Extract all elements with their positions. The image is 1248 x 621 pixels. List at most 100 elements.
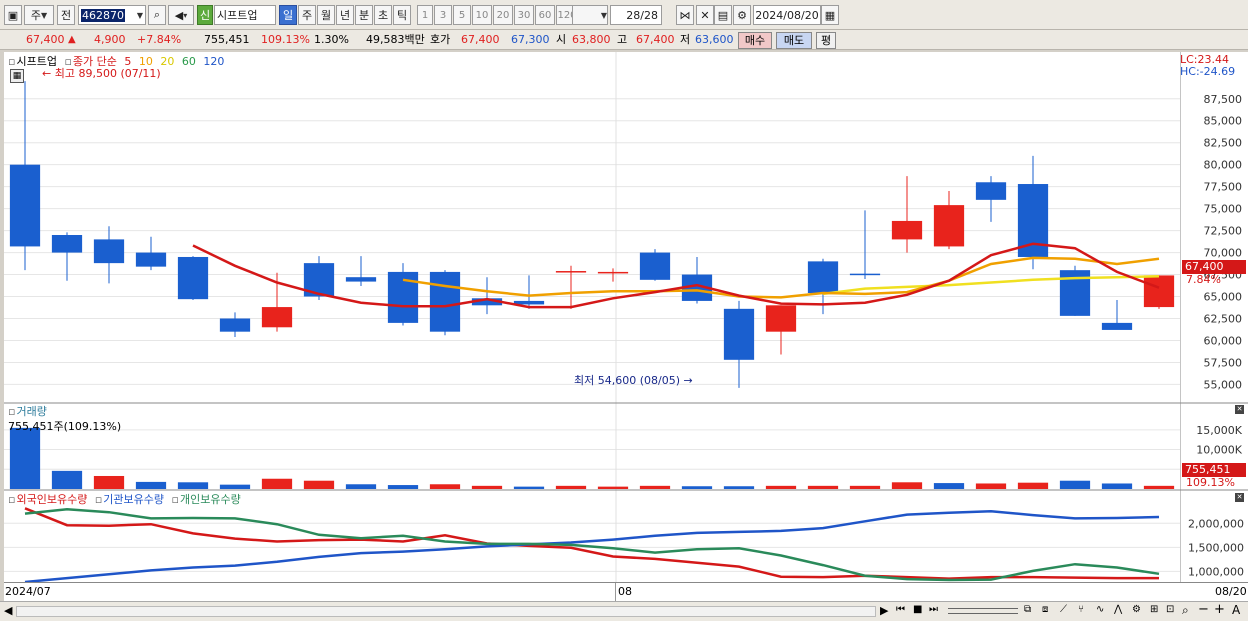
rewind-icon[interactable]: ⏮ [896,604,905,615]
low-label: 저 [680,33,691,46]
stock-code-input[interactable]: 462870 ▼ [78,5,146,25]
price-axis[interactable]: 55,000 57,500 60,000 62,500 65,000 67,500 70,0… [1180,52,1248,601]
bid-price: 67,300 [511,33,550,46]
chart-canvas[interactable] [4,52,1180,601]
open-label: 시 [556,33,567,46]
tool-fork-icon[interactable]: ⑂ [1078,604,1084,615]
interval-tab[interactable]: 20 [493,5,513,25]
holding-tick-label: 1,000,000 [1188,565,1244,578]
price-change: 4,900 [94,33,126,46]
tool-fit-icon[interactable]: ⊡ [1166,604,1174,615]
custom-interval-select[interactable]: ▼ [572,5,608,25]
scroll-left-icon[interactable]: ◀ [4,604,12,617]
period-tab[interactable]: 초 [374,5,392,25]
zoom-out-icon[interactable]: − [1198,602,1209,617]
candle-body [639,252,671,280]
chart-area[interactable]: ▫시프트업 ▫종가 단순 5 10 20 60 120 ▦ ← 최고 89,50… [4,52,1180,601]
volume-bar [849,485,881,489]
ma5-line [192,242,1160,309]
buy-button[interactable]: 매수 [738,32,772,49]
price-tick-label: 75,000 [1204,203,1243,216]
volume-pct-tag: 109.13% [1186,476,1235,489]
ma20-line [822,275,1160,296]
volume-bar [1017,482,1049,489]
tool-grid-icon[interactable]: ⊞ [1150,604,1158,615]
volume-bar [9,427,41,489]
volume-bar [1059,480,1091,489]
market-select[interactable]: 주 ▼ [24,5,54,25]
volume-bar [513,486,545,489]
table-icon[interactable]: ▦ [10,69,24,83]
hc-label: HC:-24.69 [1180,65,1236,78]
scroll-track[interactable] [16,606,876,617]
eval-button[interactable]: 평 [816,32,836,49]
price-tick-label: 65,000 [1204,291,1243,304]
last-price-tag: 67,400 [1182,260,1246,274]
low-annotation-text: 최저 54,600 (08/05) [574,374,681,387]
tool-copy-icon[interactable]: ⧉ [1024,604,1031,615]
tool-capture-icon[interactable]: ⧈ [1042,604,1048,615]
crosshair-icon[interactable]: ✕ [696,5,714,25]
interval-tab[interactable]: 60 [535,5,555,25]
volume-bar [891,482,923,489]
gear-icon[interactable]: ⚙ [733,5,751,25]
tool-line-icon[interactable]: ⟋ [1060,604,1067,615]
candle-count[interactable]: 28/28 [610,5,662,25]
zoom-icon[interactable]: ⌕ [1182,603,1189,618]
calendar-icon[interactable]: ▦ [821,5,839,25]
candle-body [135,252,167,267]
period-tab[interactable]: 일 [279,5,297,25]
holding-tick-label: 2,000,000 [1188,517,1244,530]
open-price: 63,800 [572,33,611,46]
search-icon[interactable]: ⌕ [148,5,166,25]
date-field[interactable]: 2024/08/20 [753,5,821,25]
legend-box-icon: ▫ [171,493,179,506]
date-axis: 2024/07 08 08/20 [4,582,1248,601]
volume-bar [51,470,83,489]
speaker-icon[interactable]: ◀ ▾ [168,5,194,25]
tool-settings-icon[interactable]: ⚙ [1132,604,1141,615]
candle-body [93,239,125,264]
interval-tab[interactable]: 30 [514,5,534,25]
prev-button[interactable]: 전 [57,5,75,25]
interval-tab[interactable]: 3 [434,5,452,25]
tool-pattern-icon[interactable]: ⋀ [1114,604,1122,615]
zoom-slider[interactable] [948,608,1018,614]
volume-label: 755,451주(109.13%) [8,420,122,433]
link-icon[interactable]: ⋈ [676,5,694,25]
interval-tab[interactable]: 5 [453,5,471,25]
legend-box-icon: ▫ [8,493,16,506]
period-tab[interactable]: 월 [317,5,335,25]
volume-bar [303,480,335,489]
sell-button[interactable]: 매도 [776,32,812,49]
volume-value: 755,451 [204,33,250,46]
close-pane-icon[interactable]: ✕ [1235,405,1244,414]
date-start: 2024/07 [5,585,51,598]
period-tab[interactable]: 분 [355,5,373,25]
save-icon[interactable]: ▤ [714,5,732,25]
candle-body [975,182,1007,200]
volume-tick-label: 10,000K [1196,444,1242,457]
toolbar: ▣ 주 ▼ 전 462870 ▼ ⌕ ◀ ▾ 신 시프트업 일주월년분초틱 1 3 5 10… [0,0,1248,30]
period-tab[interactable]: 틱 [393,5,411,25]
window-menu-icon[interactable]: ▣ [4,5,22,25]
tool-wave-icon[interactable]: ∿ [1096,604,1104,615]
zoom-in-icon[interactable]: + [1214,602,1225,617]
stop-icon[interactable]: ■ [913,604,922,615]
interval-tab[interactable]: 1 [417,5,433,25]
candle-body [597,271,629,274]
scroll-right-icon[interactable]: ▶ [880,604,888,617]
credit-badge: 신 [197,5,213,25]
price-tick-label: 82,500 [1204,137,1243,150]
volume-bar [387,485,419,489]
price-tick-label: 87,500 [1204,93,1243,106]
legend-box-icon: ▫ [8,55,16,68]
forward-icon[interactable]: ⏭ [929,604,938,615]
period-tab[interactable]: 주 [298,5,316,25]
low-price: 63,600 [695,33,734,46]
interval-tab[interactable]: 10 [472,5,492,25]
volume-pane-title: 거래량 [16,405,47,418]
font-size-icon[interactable]: A [1232,603,1240,617]
close-pane-icon[interactable]: ✕ [1235,493,1244,502]
period-tab[interactable]: 년 [336,5,354,25]
